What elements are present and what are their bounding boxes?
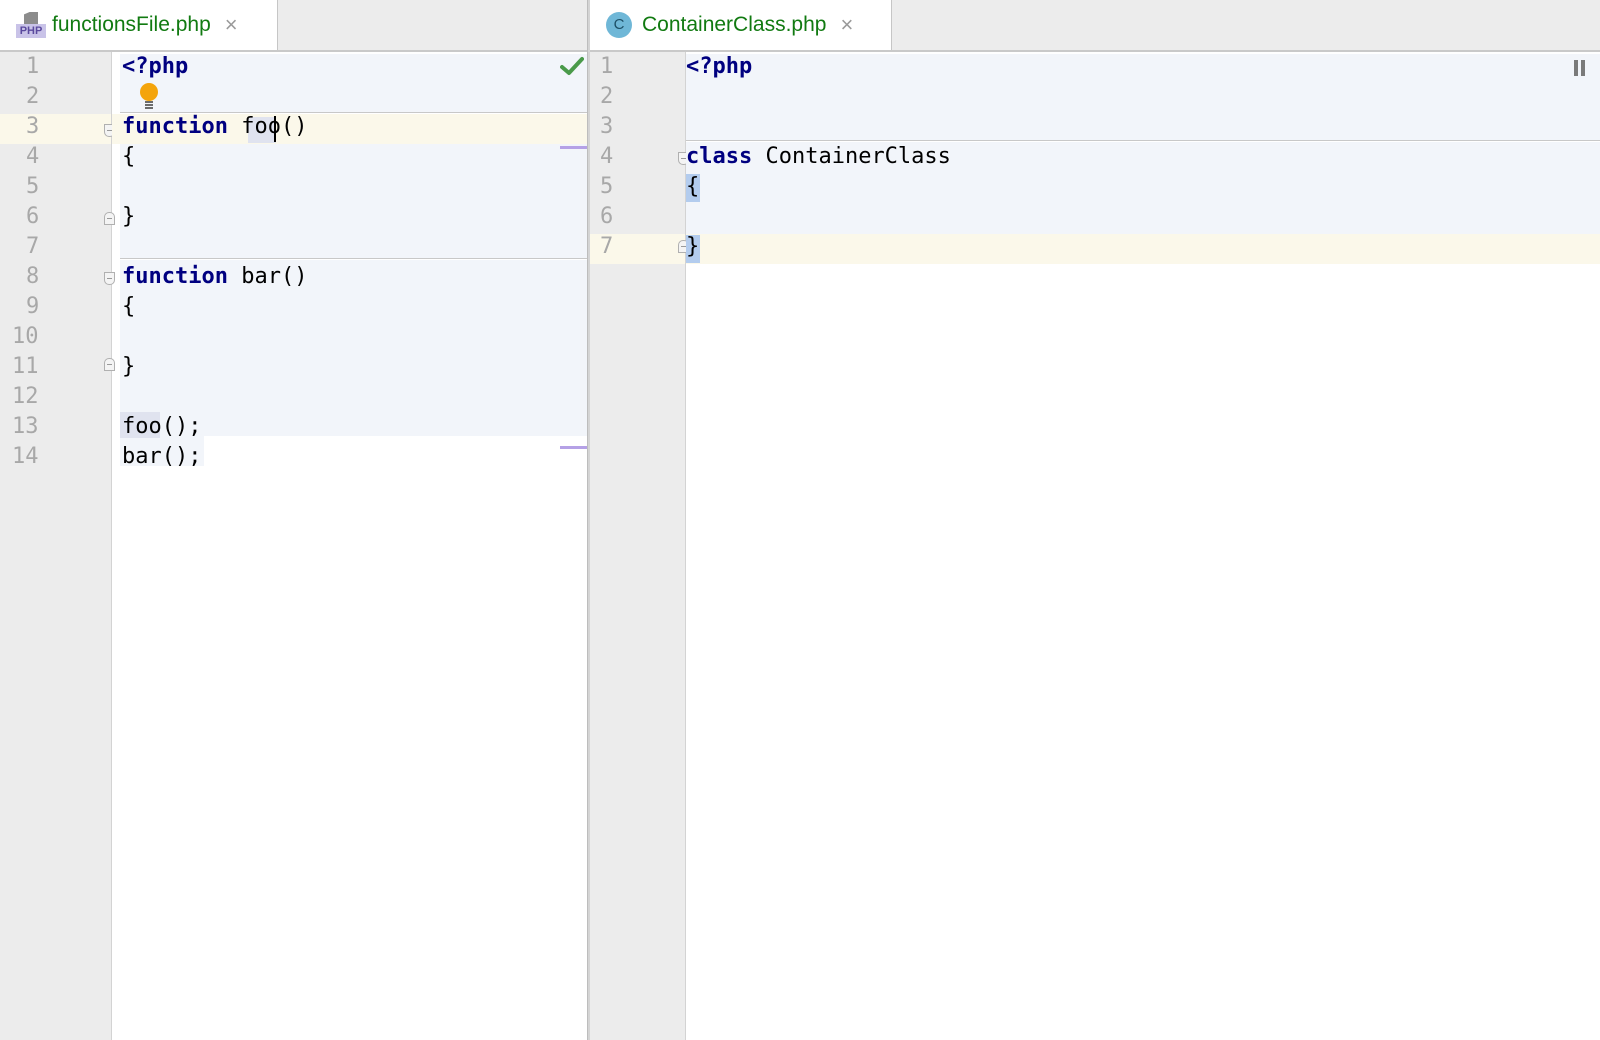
- line-number: 13: [12, 414, 39, 439]
- class-icon: C: [606, 12, 632, 38]
- keyword: function: [122, 114, 228, 139]
- code-line-13: foo();: [122, 414, 202, 439]
- line-number: 1: [600, 54, 614, 79]
- code-line-6: }: [122, 204, 136, 229]
- text-caret: [274, 116, 276, 142]
- block-separator: [120, 112, 588, 113]
- line-number: 10: [12, 324, 39, 349]
- line-number: 2: [600, 84, 614, 109]
- left-editor-pane: PHP functionsFile.php × 1 2 3 4 5 6 7 8 …: [0, 0, 588, 1040]
- code-line-4: {: [122, 144, 136, 169]
- check-icon[interactable]: [560, 56, 584, 76]
- line-number: 4: [600, 144, 614, 169]
- line-number: 3: [600, 114, 614, 139]
- right-code-area[interactable]: <?php class ContainerClass { }: [686, 52, 1600, 1040]
- line-number: 14: [12, 444, 39, 469]
- line-number: 4: [26, 144, 40, 169]
- php-open-tag: <?php: [122, 54, 189, 79]
- line-number: 1: [26, 54, 40, 79]
- tab-containerclass[interactable]: C ContainerClass.php ×: [590, 0, 892, 50]
- split-divider[interactable]: [587, 0, 590, 1040]
- tab-label: ContainerClass.php: [642, 13, 827, 36]
- function-signature: foo(): [227, 114, 308, 139]
- code-line-7: }: [686, 234, 700, 259]
- right-tab-bar: C ContainerClass.php ×: [590, 0, 1600, 52]
- code-line-14: bar();: [122, 444, 202, 469]
- tab-label: functionsFile.php: [52, 13, 211, 36]
- line-number-gutter[interactable]: 1 2 3 4 5 6 7 8 9 10 11 12 13 14: [0, 52, 115, 1040]
- line-number: 12: [12, 384, 39, 409]
- tab-functionsfile[interactable]: PHP functionsFile.php ×: [0, 0, 278, 50]
- usage-marker[interactable]: [560, 446, 588, 449]
- lightbulb-icon[interactable]: [138, 82, 160, 110]
- left-tab-bar: PHP functionsFile.php ×: [0, 0, 588, 52]
- code-line-9: {: [122, 294, 136, 319]
- line-number: 5: [600, 174, 614, 199]
- line-number: 3: [26, 114, 40, 139]
- line-number: 5: [26, 174, 40, 199]
- line-number: 11: [12, 354, 39, 379]
- block-separator: [686, 140, 1600, 141]
- close-icon[interactable]: ×: [840, 14, 853, 36]
- left-code-area[interactable]: <?php function foo() { } function bar() …: [112, 52, 588, 1040]
- caret-row-gutter: [0, 114, 111, 144]
- code-line-1: <?php: [122, 54, 188, 84]
- line-number: 8: [26, 264, 40, 289]
- line-number: 7: [26, 234, 40, 259]
- class-name: ContainerClass: [752, 144, 951, 169]
- line-number-gutter[interactable]: 1 2 3 4 5 6 7: [590, 52, 689, 1040]
- php-tag-block: [120, 54, 588, 112]
- block-separator: [120, 258, 588, 259]
- pause-icon[interactable]: [1574, 60, 1588, 76]
- code-line-3: function foo(): [122, 114, 307, 144]
- line-number: 7: [600, 234, 614, 259]
- line-number: 6: [600, 204, 614, 229]
- right-editor-pane: C ContainerClass.php × 1 2 3 4 5 6 7 <?p…: [590, 0, 1600, 1040]
- function-foo-block: [120, 144, 588, 258]
- code-line-4: class ContainerClass: [686, 144, 951, 174]
- keyword: function: [122, 264, 228, 289]
- caret-row-highlight: [686, 234, 1600, 264]
- close-icon[interactable]: ×: [225, 14, 238, 36]
- code-line-8: function bar(): [122, 264, 307, 294]
- line-number: 6: [26, 204, 40, 229]
- php-open-tag: <?php: [686, 54, 753, 79]
- usage-marker[interactable]: [560, 146, 588, 149]
- keyword: class: [686, 144, 753, 169]
- line-number: 9: [26, 294, 40, 319]
- line-number: 2: [26, 84, 40, 109]
- php-tag-block: [686, 54, 1600, 140]
- code-line-11: }: [122, 354, 136, 379]
- function-signature: bar(): [227, 264, 308, 289]
- php-file-icon: PHP: [16, 10, 46, 40]
- code-line-1: <?php: [686, 54, 752, 84]
- code-line-5: {: [686, 174, 700, 199]
